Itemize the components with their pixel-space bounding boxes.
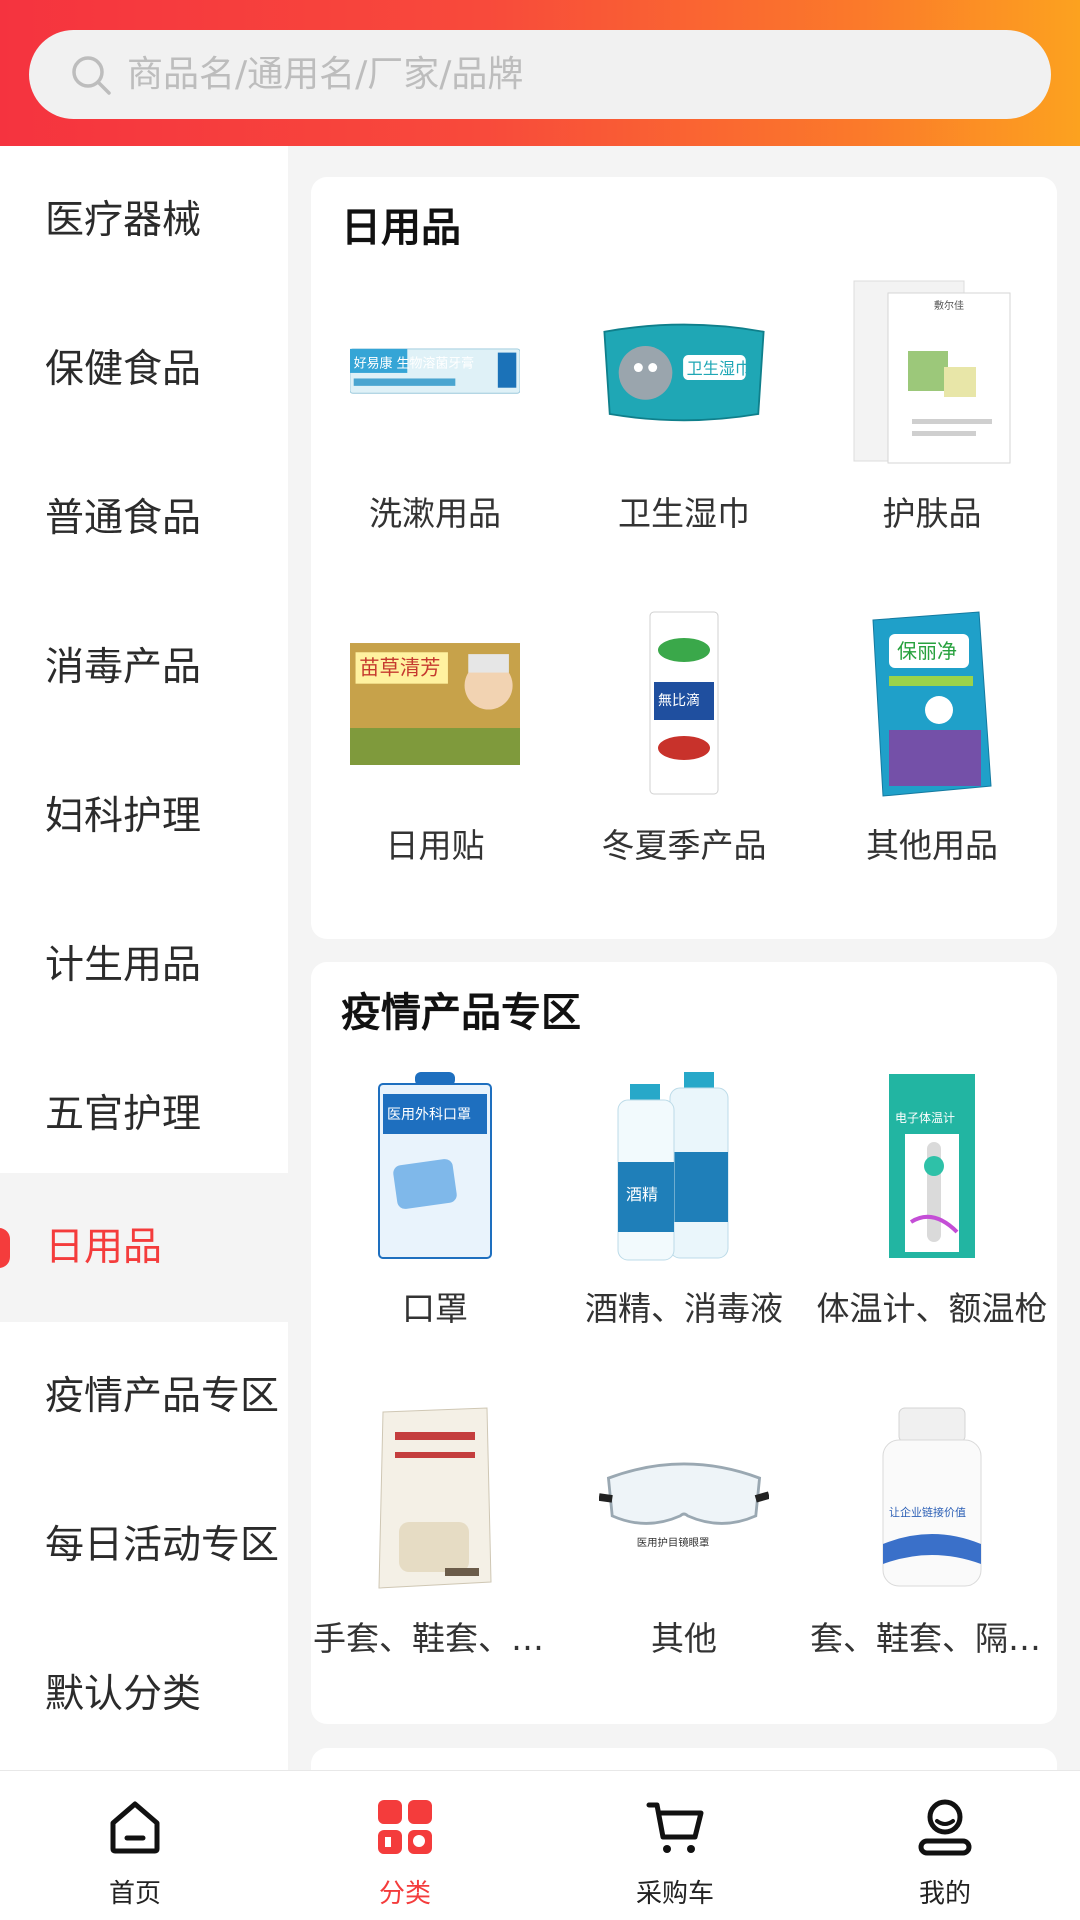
sidebar-item-label: 消毒产品: [45, 645, 202, 690]
search-box[interactable]: [29, 30, 1051, 119]
category-item-other[interactable]: 医用护目镜眼罩 其他: [560, 1402, 808, 1712]
sidebar-item-label: 妇科护理: [45, 794, 202, 839]
alcohol-bottles-icon: 酒精: [599, 1072, 769, 1262]
svg-text:無比滴: 無比滴: [658, 692, 700, 709]
sidebar-item-label: 医疗器械: [45, 198, 202, 243]
category-label: 冬夏季产品: [601, 826, 767, 865]
tab-home[interactable]: 首页: [0, 1771, 270, 1920]
sidebar-item-family-planning[interactable]: 计生用品: [0, 891, 288, 1040]
category-item-skincare[interactable]: 敷尔佳 护肤品: [808, 277, 1056, 587]
category-label: 洗漱用品: [369, 494, 501, 533]
tab-label: 首页: [108, 1879, 161, 1909]
sidebar-item-epidemic-zone[interactable]: 疫情产品专区: [0, 1322, 288, 1471]
svg-text:电子体温计: 电子体温计: [895, 1111, 955, 1125]
profile-icon: [918, 1799, 972, 1856]
svg-text:卫生湿巾: 卫生湿巾: [687, 359, 751, 378]
header-bar: [0, 0, 1080, 146]
section-card-epidemic-products: 疫情产品专区 医用外科口罩 口罩 酒精 酒精、消毒液 电子体温计 体温计、额温枪…: [311, 962, 1057, 1724]
category-label: 体温计、额温枪: [816, 1289, 1048, 1328]
mask-box-icon: 医用外科口罩: [350, 1072, 520, 1262]
thermometer-box-icon: 电子体温计: [847, 1072, 1017, 1262]
category-label: 口罩: [402, 1289, 468, 1328]
tab-category[interactable]: 分类: [270, 1771, 540, 1920]
category-item-alcohol-disinfectant[interactable]: 酒精 酒精、消毒液: [560, 1072, 808, 1382]
toothpaste-box-icon: 好易康 生物溶菌牙膏: [350, 277, 520, 467]
category-item-daily-patches[interactable]: 苗草清芳 日用贴: [311, 609, 559, 919]
sidebar-item-label: 日用品: [45, 1225, 163, 1270]
svg-text:医用外科口罩: 医用外科口罩: [387, 1107, 471, 1123]
wet-wipes-pack-icon: 卫生湿巾: [599, 277, 769, 467]
sidebar-item-gynecology[interactable]: 妇科护理: [0, 742, 288, 891]
tab-label: 我的: [918, 1879, 971, 1909]
sidebar-item-facial-care[interactable]: 五官护理: [0, 1040, 288, 1189]
sidebar-item-label: 普通食品: [45, 496, 202, 541]
category-label: 其他用品: [866, 826, 998, 865]
liquid-bottle-icon: 無比滴: [599, 609, 769, 799]
section-card-daily-goods: 日用品 好易康 生物溶菌牙膏 洗漱用品 卫生湿巾 卫生湿巾 敷尔佳 护肤品 苗草…: [311, 177, 1057, 939]
sidebar-item-label: 疫情产品专区: [45, 1374, 280, 1419]
category-label: 套、鞋套、隔离...: [810, 1619, 1056, 1658]
category-icon: [378, 1800, 432, 1854]
bottom-tab-bar: 首页 分类 采购车 我的: [0, 1770, 1080, 1920]
tab-cart[interactable]: 采购车: [540, 1771, 810, 1920]
white-bottle-icon: 让企业链接价值: [847, 1402, 1017, 1592]
svg-text:让企业链接价值: 让企业链接价值: [889, 1505, 966, 1519]
category-item-covers-isolation[interactable]: 让企业链接价值 套、鞋套、隔离...: [808, 1402, 1056, 1712]
svg-text:酒精: 酒精: [626, 1185, 658, 1204]
category-label: 手套、鞋套、隔...: [313, 1619, 559, 1658]
section-title: 日用品: [341, 205, 461, 251]
sidebar-item-medical-devices[interactable]: 医疗器械: [0, 146, 288, 295]
sidebar-item-regular-food[interactable]: 普通食品: [0, 444, 288, 593]
tab-label: 采购车: [635, 1879, 714, 1909]
svg-text:好易康 生物溶菌牙膏: 好易康 生物溶菌牙膏: [354, 355, 474, 371]
cleaning-tablets-box-icon: 保丽净: [847, 609, 1017, 799]
goggles-icon: 医用护目镜眼罩: [599, 1402, 769, 1592]
sidebar-item-disinfection[interactable]: 消毒产品: [0, 593, 288, 742]
sidebar-item-label: 保健食品: [45, 347, 202, 392]
category-item-gloves-shoe-covers[interactable]: 手套、鞋套、隔...: [311, 1402, 559, 1712]
svg-text:敷尔佳: 敷尔佳: [934, 299, 964, 312]
home-icon: [110, 1801, 160, 1854]
sidebar-item-default[interactable]: 默认分类: [0, 1620, 288, 1769]
sidebar-item-label: 每日活动专区: [45, 1523, 280, 1568]
tab-label: 分类: [378, 1879, 431, 1909]
gloves-bag-icon: [350, 1402, 520, 1592]
tab-profile[interactable]: 我的: [810, 1771, 1080, 1920]
active-indicator: [0, 1228, 10, 1268]
category-label: 卫生湿巾: [618, 494, 750, 533]
category-item-thermometers[interactable]: 电子体温计 体温计、额温枪: [808, 1072, 1056, 1382]
cart-icon: [646, 1802, 704, 1853]
patch-box-icon: 苗草清芳: [350, 609, 520, 799]
sidebar-item-label: 默认分类: [45, 1672, 202, 1717]
category-sidebar: 医疗器械 保健食品 普通食品 消毒产品 妇科护理 计生用品 五官护理 日用品 疫…: [0, 146, 288, 1770]
category-item-wet-wipes[interactable]: 卫生湿巾 卫生湿巾: [560, 277, 808, 587]
category-item-other-goods[interactable]: 保丽净 其他用品: [808, 609, 1056, 919]
category-item-toiletries[interactable]: 好易康 生物溶菌牙膏 洗漱用品: [311, 277, 559, 587]
sidebar-item-label: 计生用品: [45, 943, 202, 988]
search-icon: [72, 56, 111, 95]
svg-text:苗草清芳: 苗草清芳: [359, 655, 440, 679]
sidebar-item-label: 五官护理: [45, 1092, 202, 1137]
category-label: 其他: [651, 1619, 717, 1658]
search-input[interactable]: [127, 30, 1027, 119]
sidebar-item-health-food[interactable]: 保健食品: [0, 295, 288, 444]
category-item-seasonal[interactable]: 無比滴 冬夏季产品: [560, 609, 808, 919]
category-item-masks[interactable]: 医用外科口罩 口罩: [311, 1072, 559, 1382]
sidebar-item-daily-events[interactable]: 每日活动专区: [0, 1471, 288, 1620]
category-label: 护肤品: [882, 494, 982, 533]
face-mask-pack-icon: 敷尔佳: [847, 277, 1017, 467]
section-title: 疫情产品专区: [341, 990, 581, 1036]
svg-text:医用护目镜眼罩: 医用护目镜眼罩: [637, 1536, 710, 1549]
category-label: 日用贴: [385, 826, 485, 865]
svg-text:保丽净: 保丽净: [897, 639, 957, 663]
category-label: 酒精、消毒液: [585, 1289, 783, 1328]
sidebar-item-daily-goods[interactable]: 日用品: [0, 1173, 288, 1322]
